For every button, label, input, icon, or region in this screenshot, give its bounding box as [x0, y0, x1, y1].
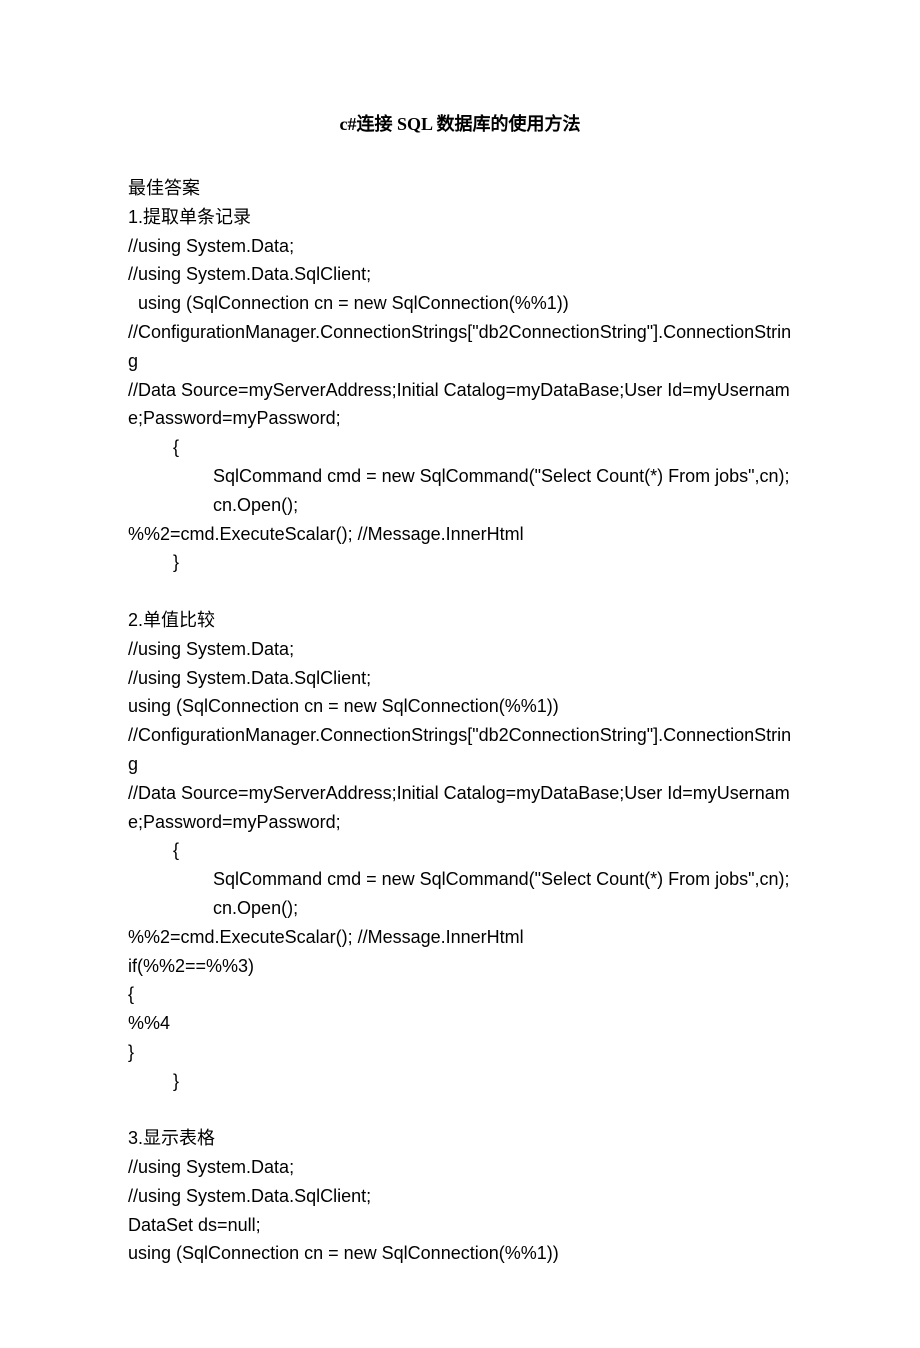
document-page: c#连接 SQL 数据库的使用方法 最佳答案 1.提取单条记录 //using …: [0, 0, 920, 1348]
document-title: c#连接 SQL 数据库的使用方法: [128, 110, 792, 136]
document-body: 最佳答案 1.提取单条记录 //using System.Data; //usi…: [128, 174, 792, 1268]
